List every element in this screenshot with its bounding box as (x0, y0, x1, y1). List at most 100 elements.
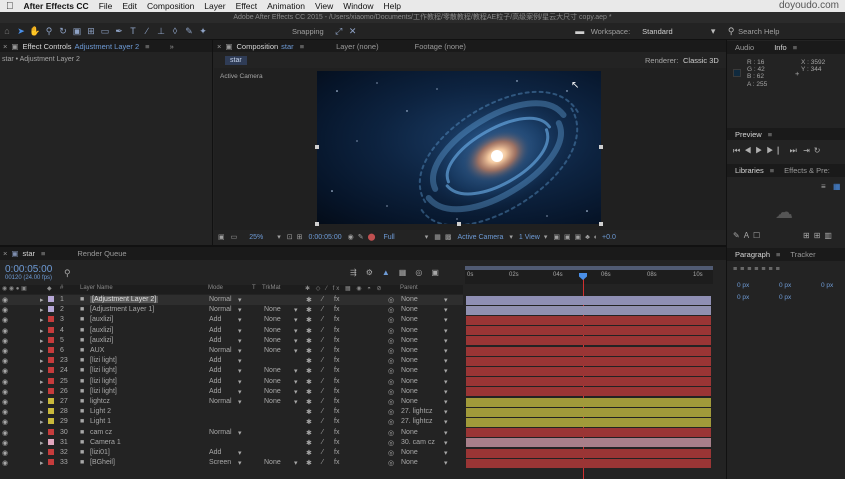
expand-arrow-icon[interactable]: ▸ (40, 398, 44, 406)
frame-blend-icon[interactable]: ▦ (399, 268, 416, 277)
space-after-field[interactable]: 0 px (779, 294, 791, 301)
layer-duration-bar[interactable] (466, 377, 711, 387)
layer-trkmat[interactable]: None (264, 337, 281, 344)
menu-edit[interactable]: Edit (122, 1, 137, 11)
footage-tab[interactable]: Footage (none) (415, 42, 466, 51)
snapping-icon[interactable]: ⤢ (332, 26, 346, 37)
layer-name[interactable]: [auxlizi] (90, 337, 113, 344)
audio-icon[interactable]: ⇥ (803, 146, 814, 155)
chevron-down-icon[interactable]: ▾ (444, 357, 448, 365)
layer-mode[interactable]: Normal (209, 296, 232, 303)
shy-switch-icon[interactable]: ✱ (306, 398, 312, 406)
fx-switch-icon[interactable]: fx (334, 347, 339, 354)
layer-row[interactable]: ◉ ▸ 5 ■ [auxlizi] Add ▾ None ▾ ✱ ⁄ fx ◎ None ▾ (0, 336, 463, 346)
parent-pickwhip-icon[interactable]: ◎ (388, 296, 394, 304)
selection-tool-icon[interactable]: ➤ (14, 26, 28, 37)
close-icon[interactable]: × (3, 249, 7, 258)
effect-controls-tab[interactable]: Effect Controls (22, 42, 71, 51)
chevron-down-icon[interactable]: ▾ (444, 306, 448, 314)
reset-exposure-icon[interactable]: ◐ (594, 234, 598, 241)
add-icon[interactable]: ⊞ (814, 231, 825, 240)
chevron-down-icon[interactable]: ▾ (238, 398, 242, 406)
label-color-swatch[interactable] (48, 438, 54, 445)
visibility-eye-icon[interactable]: ◉ (2, 418, 8, 426)
toggle-pixel-icon[interactable]: ▣ (553, 233, 560, 241)
shy-switch-icon[interactable]: ✱ (306, 439, 312, 447)
comp-flow-tab[interactable]: star (225, 56, 247, 65)
layer-row[interactable]: ◉ ▸ 27 ■ lightcz Normal ▾ None ▾ ✱ ⁄ fx ◎ None ▾ (0, 397, 463, 407)
layer-mode[interactable]: Add (209, 327, 221, 334)
parent-pickwhip-icon[interactable]: ◎ (388, 316, 394, 324)
label-color-swatch[interactable] (48, 449, 54, 455)
hand-tool-icon[interactable]: ✋ (28, 26, 42, 37)
layer-parent[interactable]: None (401, 429, 418, 436)
panel-menu-icon[interactable]: ≡ (770, 166, 774, 175)
fx-switch-icon[interactable]: fx (334, 418, 339, 425)
camera-view-dropdown[interactable]: Active Camera (458, 234, 504, 241)
chevron-down-icon[interactable]: ▾ (238, 347, 242, 355)
flowchart-icon[interactable]: ♣ (585, 234, 590, 241)
expand-arrow-icon[interactable]: ▸ (40, 449, 44, 457)
layer-handle-icon[interactable] (315, 222, 319, 226)
quality-switch-icon[interactable]: ⁄ (322, 316, 323, 323)
renderer-value[interactable]: Classic 3D (683, 56, 719, 65)
next-frame-icon[interactable]: ▶▏ (766, 146, 789, 155)
visibility-eye-icon[interactable]: ◉ (2, 347, 8, 355)
layer-duration-bar[interactable] (466, 428, 711, 438)
expand-arrow-icon[interactable]: ▸ (40, 296, 44, 304)
justify-right-icon[interactable]: ≡ (768, 266, 775, 273)
layer-mode[interactable]: Normal (209, 429, 232, 436)
visibility-eye-icon[interactable]: ◉ (2, 306, 8, 314)
graph-editor-icon[interactable]: ▣ (431, 268, 448, 277)
expand-arrow-icon[interactable]: ▸ (40, 347, 44, 355)
menu-window[interactable]: Window (343, 1, 373, 11)
layer-name[interactable]: [auxlizi] (90, 327, 113, 334)
layer-parent[interactable]: None (401, 367, 418, 374)
expand-arrow-icon[interactable]: ▸ (40, 439, 44, 447)
comp-mini-flowchart-icon[interactable]: ⇶ (350, 268, 366, 277)
quality-switch-icon[interactable]: ⁄ (322, 449, 323, 456)
display-icon[interactable]: ▭ (231, 233, 238, 241)
chevron-down-icon[interactable]: ▾ (238, 459, 242, 467)
chevron-down-icon[interactable]: ▾ (444, 418, 448, 426)
parent-pickwhip-icon[interactable]: ◎ (388, 337, 394, 345)
panel-menu-icon[interactable]: ≡ (41, 249, 45, 258)
layer-name[interactable]: [lizi light] (90, 378, 117, 385)
layer-row[interactable]: ◉ ▸ 23 ■ [lizi light] Add ▾ ✱ ⁄ fx ◎ None ▾ (0, 356, 463, 366)
visibility-eye-icon[interactable]: ◉ (2, 449, 8, 457)
layer-parent[interactable]: None (401, 388, 418, 395)
label-header-icon[interactable]: ◆ (47, 285, 52, 292)
visibility-eye-icon[interactable]: ◉ (2, 337, 8, 345)
indent-left-field[interactable]: 0 px (737, 282, 749, 289)
layer-mode[interactable]: Normal (209, 398, 232, 405)
trash-icon[interactable]: ▥ (824, 231, 836, 240)
parent-pickwhip-icon[interactable]: ◎ (388, 398, 394, 406)
layer-duration-bar[interactable] (466, 438, 711, 448)
quality-switch-icon[interactable]: ⁄ (322, 347, 323, 354)
visibility-eye-icon[interactable]: ◉ (2, 327, 8, 335)
label-color-swatch[interactable] (48, 347, 54, 353)
composition-tab-name[interactable]: star (281, 42, 294, 51)
camera-tool-icon[interactable]: ▣ (70, 26, 84, 37)
parent-pickwhip-icon[interactable]: ◎ (388, 418, 394, 426)
divider[interactable] (726, 40, 727, 479)
search-icon[interactable]: ⚲ (64, 268, 71, 279)
fx-switch-icon[interactable]: fx (334, 439, 339, 446)
resolution-dropdown[interactable]: Full (383, 234, 394, 241)
sync-icon[interactable]: ▬ (573, 26, 587, 36)
visibility-eye-icon[interactable]: ◉ (2, 408, 8, 416)
fx-switch-icon[interactable]: fx (334, 408, 339, 415)
layer-parent[interactable]: None (401, 459, 418, 466)
search-help-input[interactable]: Search Help (738, 27, 779, 36)
expand-arrow-icon[interactable]: ▸ (40, 316, 44, 324)
chevron-down-icon[interactable]: ▾ (238, 378, 242, 386)
last-frame-icon[interactable]: ⏭ (790, 146, 801, 155)
layer-name[interactable]: [lizi light] (90, 367, 117, 374)
always-preview-icon[interactable]: ▣ (218, 233, 225, 241)
visibility-eye-icon[interactable]: ◉ (2, 429, 8, 437)
work-area-bar[interactable] (465, 266, 713, 270)
quality-switch-icon[interactable]: ⁄ (322, 408, 323, 415)
parent-pickwhip-icon[interactable]: ◎ (388, 378, 394, 386)
layer-duration-bar[interactable] (466, 356, 711, 366)
snapping-label[interactable]: Snapping (292, 27, 324, 36)
